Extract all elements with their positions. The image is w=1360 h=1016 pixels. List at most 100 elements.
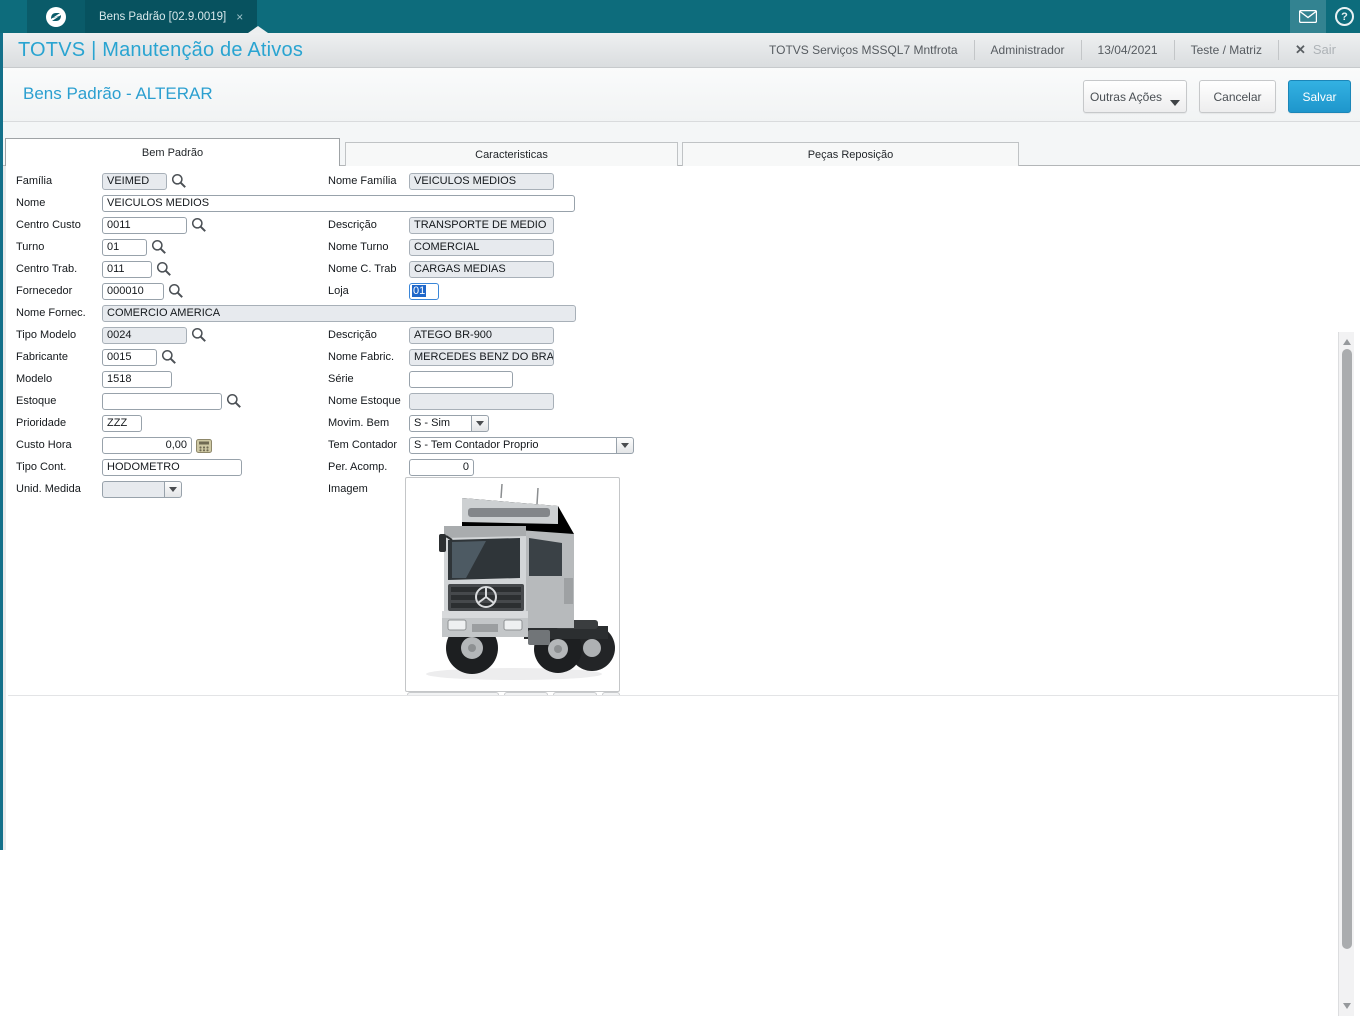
- descricao-custo-input[interactable]: TRANSPORTE DE MEDIO: [409, 217, 554, 234]
- imagem-picture-box[interactable]: [405, 477, 620, 692]
- unid-medida-select[interactable]: [102, 481, 182, 498]
- section-divider: [8, 695, 1338, 696]
- search-icon[interactable]: [226, 393, 242, 409]
- search-icon[interactable]: [156, 261, 172, 277]
- loja-input[interactable]: 01: [409, 283, 439, 300]
- search-icon[interactable]: [168, 283, 184, 299]
- mail-button[interactable]: [1290, 0, 1326, 33]
- tipo-modelo-label: Tipo Modelo: [16, 329, 76, 341]
- page-title: Bens Padrão - ALTERAR: [23, 84, 213, 104]
- chevron-down-icon: [476, 421, 484, 426]
- app-title: TOTVS | Manutenção de Ativos: [18, 39, 303, 62]
- title-toolbar: Bens Padrão - ALTERAR Outras Ações Cance…: [3, 68, 1360, 122]
- save-button[interactable]: Salvar: [1288, 80, 1351, 113]
- app-header: TOTVS | Manutenção de Ativos TOTVS Servi…: [0, 33, 1360, 68]
- search-icon[interactable]: [171, 173, 187, 189]
- chevron-down-icon: [1170, 100, 1180, 106]
- user-info: Administrador: [974, 40, 1081, 60]
- task-tab-bens-padrao[interactable]: Bens Padrão [02.9.0019] ×: [85, 0, 257, 33]
- date-info: 13/04/2021: [1081, 40, 1174, 60]
- descricao-modelo-input[interactable]: ATEGO BR-900: [409, 327, 554, 344]
- movim-bem-select[interactable]: S - Sim: [409, 415, 489, 432]
- search-icon[interactable]: [191, 217, 207, 233]
- centro-trab-input[interactable]: 011: [102, 261, 152, 278]
- protheus-logo[interactable]: [27, 0, 85, 33]
- tem-contador-dropdown-button[interactable]: [617, 437, 634, 454]
- company-branch-info: Teste / Matriz: [1174, 40, 1278, 60]
- serie-input[interactable]: [409, 371, 513, 388]
- nome-turno-input[interactable]: COMERCIAL: [409, 239, 554, 256]
- mail-icon: [1299, 10, 1317, 23]
- nome-familia-label: Nome Família: [328, 175, 396, 187]
- centro-custo-input[interactable]: 0011: [102, 217, 187, 234]
- nome-turno-label: Nome Turno: [328, 241, 389, 253]
- unid-medida-dropdown-button[interactable]: [165, 481, 182, 498]
- familia-label: Família: [16, 175, 52, 187]
- totvs-logo-icon: [45, 6, 67, 28]
- truck-image: [406, 478, 619, 691]
- calculator-icon[interactable]: [196, 439, 212, 453]
- estoque-input[interactable]: [102, 393, 222, 410]
- fabricante-input[interactable]: 0015: [102, 349, 157, 366]
- nome-fornec-input[interactable]: COMERCIO AMERICA: [102, 305, 576, 322]
- chevron-down-icon: [621, 443, 629, 448]
- cancel-button[interactable]: Cancelar: [1199, 80, 1276, 113]
- help-icon[interactable]: ?: [1335, 7, 1354, 26]
- scrollbar-thumb[interactable]: [1342, 349, 1352, 949]
- nome-estoque-input[interactable]: [409, 393, 554, 410]
- unid-medida-label: Unid. Medida: [16, 483, 81, 495]
- familia-input[interactable]: VEIMED: [102, 173, 167, 190]
- prioridade-label: Prioridade: [16, 417, 66, 429]
- environment-info: TOTVS Serviços MSSQL7 Mntfrota: [753, 40, 974, 60]
- close-icon[interactable]: ×: [236, 10, 243, 24]
- modelo-label: Modelo: [16, 373, 52, 385]
- movim-bem-label: Movim. Bem: [328, 417, 389, 429]
- tab-caracteristicas[interactable]: Caracteristicas: [345, 142, 678, 166]
- app-header-right: TOTVS Serviços MSSQL7 Mntfrota Administr…: [753, 33, 1360, 67]
- turno-input[interactable]: 01: [102, 239, 147, 256]
- search-icon[interactable]: [151, 239, 167, 255]
- movim-bem-dropdown-button[interactable]: [472, 415, 489, 432]
- tipo-cont-input[interactable]: HODOMETRO: [102, 459, 242, 476]
- movim-bem-value: S - Sim: [409, 415, 472, 432]
- other-actions-button[interactable]: Outras Ações: [1083, 80, 1187, 113]
- turno-label: Turno: [16, 241, 44, 253]
- tab-bem-padrao[interactable]: Bem Padrão: [5, 138, 340, 166]
- custo-hora-label: Custo Hora: [16, 439, 72, 451]
- tab-pecas-reposicao[interactable]: Peças Reposição: [682, 142, 1019, 166]
- unid-medida-value: [102, 481, 165, 498]
- nome-input[interactable]: VEICULOS MEDIOS: [102, 195, 575, 212]
- tipo-modelo-input[interactable]: 0024: [102, 327, 187, 344]
- modelo-input[interactable]: 1518: [102, 371, 172, 388]
- active-tab-caret: [248, 26, 268, 33]
- chevron-down-icon: [169, 487, 177, 492]
- fornecedor-input[interactable]: 000010: [102, 283, 164, 300]
- nome-familia-input[interactable]: VEICULOS MEDIOS: [409, 173, 554, 190]
- exit-x-icon: ✕: [1295, 40, 1306, 60]
- scroll-up-arrow[interactable]: [1339, 334, 1355, 350]
- search-icon[interactable]: [191, 327, 207, 343]
- serie-label: Série: [328, 373, 354, 385]
- centro-custo-label: Centro Custo: [16, 219, 81, 231]
- nome-fabric-label: Nome Fabric.: [328, 351, 394, 363]
- per-acomp-input[interactable]: 0: [409, 459, 474, 476]
- search-icon[interactable]: [161, 349, 177, 365]
- tipo-cont-label: Tipo Cont.: [16, 461, 66, 473]
- exit-button[interactable]: ✕ Sair: [1278, 40, 1352, 60]
- imagem-label: Imagem: [328, 483, 368, 495]
- nome-c-trab-input[interactable]: CARGAS MEDIAS: [409, 261, 554, 278]
- task-tab-label: Bens Padrão [02.9.0019]: [99, 11, 226, 23]
- scroll-down-arrow[interactable]: [1339, 998, 1355, 1014]
- descricao-custo-label: Descrição: [328, 219, 377, 231]
- arrow-down-icon: [1343, 1003, 1351, 1009]
- nome-estoque-label: Nome Estoque: [328, 395, 401, 407]
- prioridade-input[interactable]: ZZZ: [102, 415, 142, 432]
- tem-contador-select[interactable]: S - Tem Contador Proprio: [409, 437, 634, 454]
- custo-hora-input[interactable]: 0,00: [102, 437, 192, 454]
- per-acomp-label: Per. Acomp.: [328, 461, 387, 473]
- arrow-up-icon: [1343, 339, 1351, 345]
- vertical-scrollbar[interactable]: [1338, 332, 1354, 1016]
- loja-label: Loja: [328, 285, 349, 297]
- topbar: Bens Padrão [02.9.0019] × ?: [0, 0, 1360, 33]
- nome-fabric-input[interactable]: MERCEDES BENZ DO BRA: [409, 349, 554, 366]
